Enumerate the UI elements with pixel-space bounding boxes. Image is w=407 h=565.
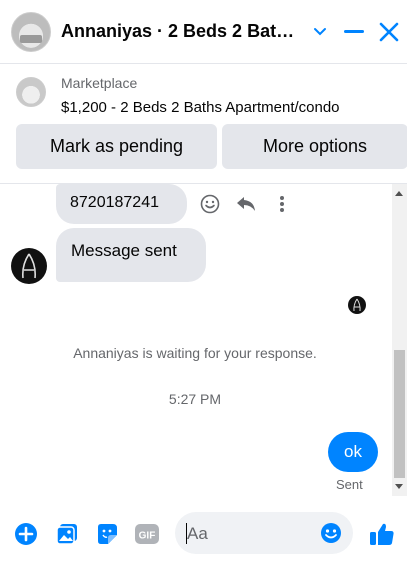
sticker-icon[interactable]	[94, 521, 120, 547]
reply-icon[interactable]	[234, 192, 258, 216]
contact-avatar[interactable]	[11, 12, 51, 52]
mark-as-pending-button[interactable]: Mark as pending	[16, 124, 217, 169]
message-status: Sent	[336, 477, 363, 492]
incoming-message[interactable]: Message sent	[56, 228, 206, 282]
listing-source: Marketplace	[61, 75, 138, 91]
listing-description[interactable]: $1,200 - 2 Beds 2 Baths Apartment/condo	[61, 99, 340, 116]
scrollbar-thumb[interactable]	[394, 350, 405, 478]
waiting-notice: Annaniyas is waiting for your response.	[73, 345, 317, 361]
thread-scrollbar[interactable]	[392, 184, 407, 496]
gif-icon[interactable]: GIF	[134, 521, 160, 547]
emoji-icon[interactable]	[319, 521, 343, 545]
message-input-placeholder: Aa	[187, 524, 208, 543]
seen-indicator-avatar	[348, 296, 366, 314]
minimize-icon[interactable]	[340, 18, 368, 46]
scroll-up-arrow[interactable]	[395, 191, 403, 196]
message-timestamp: 5:27 PM	[168, 391, 222, 407]
message-thread: 8720187241 Message sent Annaniyas is wai…	[0, 184, 407, 496]
outgoing-message[interactable]: ok	[328, 432, 378, 472]
incoming-message[interactable]: 8720187241	[56, 184, 187, 224]
thumbs-up-icon[interactable]	[369, 521, 395, 547]
plus-circle-icon[interactable]	[13, 521, 39, 547]
react-emoji-icon[interactable]	[198, 192, 222, 216]
chat-header: Annaniyas · 2 Beds 2 Baths Apartment/con…	[0, 0, 407, 64]
message-actions	[198, 192, 294, 216]
message-composer: GIF Aa	[0, 496, 407, 565]
listing-thumbnail[interactable]	[16, 77, 46, 107]
more-options-button[interactable]: More options	[222, 124, 407, 169]
more-vertical-icon[interactable]	[270, 192, 294, 216]
photo-icon[interactable]	[54, 521, 80, 547]
svg-text:GIF: GIF	[139, 531, 156, 542]
close-icon[interactable]	[375, 18, 403, 46]
sender-avatar[interactable]	[11, 248, 47, 284]
chevron-down-icon[interactable]	[306, 18, 334, 46]
chat-title[interactable]: Annaniyas · 2 Beds 2 Baths Apartment/con…	[61, 21, 305, 42]
message-input[interactable]: Aa	[175, 512, 353, 554]
scroll-down-arrow[interactable]	[395, 484, 403, 489]
marketplace-listing-banner: Marketplace $1,200 - 2 Beds 2 Baths Apar…	[0, 64, 407, 184]
